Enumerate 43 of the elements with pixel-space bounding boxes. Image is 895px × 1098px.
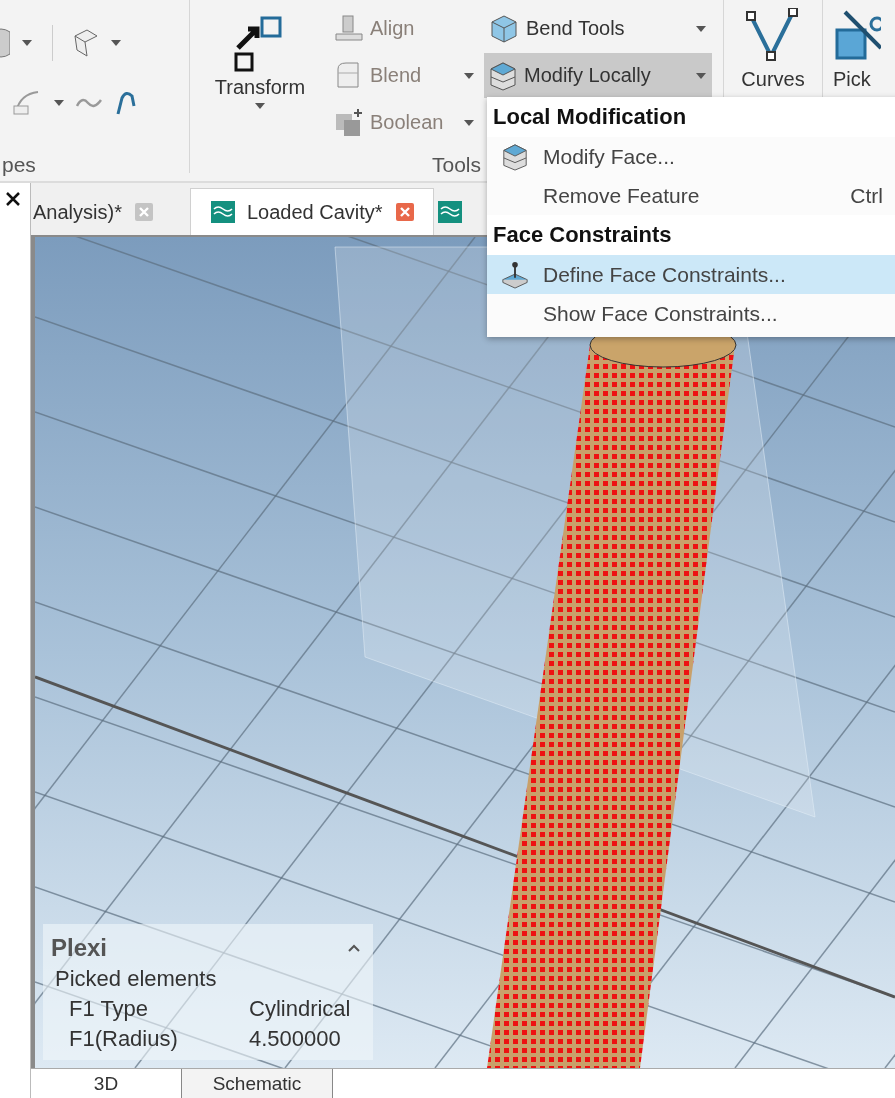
ribbon-button[interactable]: Modify Locally: [484, 53, 712, 98]
view-tab[interactable]: Schematic: [182, 1069, 333, 1098]
wave-icon: [210, 201, 235, 223]
property-value: Cylindrical: [249, 996, 352, 1022]
group-label: pes: [2, 153, 36, 177]
wave-icon: [437, 201, 462, 223]
align-icon: [334, 13, 364, 44]
info-subtitle: Picked elements: [54, 966, 218, 992]
info-title: Plexi: [51, 934, 108, 962]
menu-heading: Face Constraints: [487, 215, 895, 255]
box-stack-icon: [488, 60, 518, 91]
transform-button[interactable]: Transform: [194, 6, 326, 145]
caret-icon: [464, 119, 474, 126]
sheet-icon[interactable]: [73, 28, 99, 58]
caret-icon[interactable]: [54, 100, 64, 106]
caret-icon[interactable]: [111, 40, 121, 46]
tab-label: Analysis)*: [33, 200, 122, 224]
cube-icon: [488, 13, 520, 44]
hook-icon[interactable]: [114, 90, 138, 116]
document-tab[interactable]: Analysis)*: [31, 189, 168, 235]
caret-icon: [696, 72, 706, 79]
property-name: F1(Radius): [69, 1026, 179, 1052]
caret-icon: [255, 103, 265, 109]
menu-heading: Local Modification: [487, 97, 895, 137]
property-value: 4.500000: [249, 1026, 342, 1052]
caret-icon: [696, 25, 706, 32]
tab-label: Loaded Cavity*: [246, 200, 383, 224]
document-tab[interactable]: Loaded Cavity*: [189, 188, 434, 235]
caret-icon: [464, 72, 474, 79]
menu-item[interactable]: Show Face Constraints...: [487, 294, 895, 333]
ribbon-button[interactable]: Bend Tools: [484, 6, 712, 51]
caret-icon[interactable]: [22, 40, 32, 46]
joystick-icon: [501, 260, 529, 289]
boolean-icon: [334, 107, 364, 138]
close-icon[interactable]: [5, 191, 21, 207]
shortcut-text: Ctrl: [850, 183, 883, 208]
box-stack-icon: [501, 142, 529, 171]
menu-item[interactable]: Define Face Constraints...: [487, 255, 895, 294]
group-label: Tools: [432, 153, 482, 177]
wave-icon[interactable]: [76, 96, 102, 110]
collapse-icon[interactable]: [347, 943, 361, 953]
property-name: F1 Type: [69, 996, 150, 1022]
polyline-icon: [745, 8, 801, 64]
